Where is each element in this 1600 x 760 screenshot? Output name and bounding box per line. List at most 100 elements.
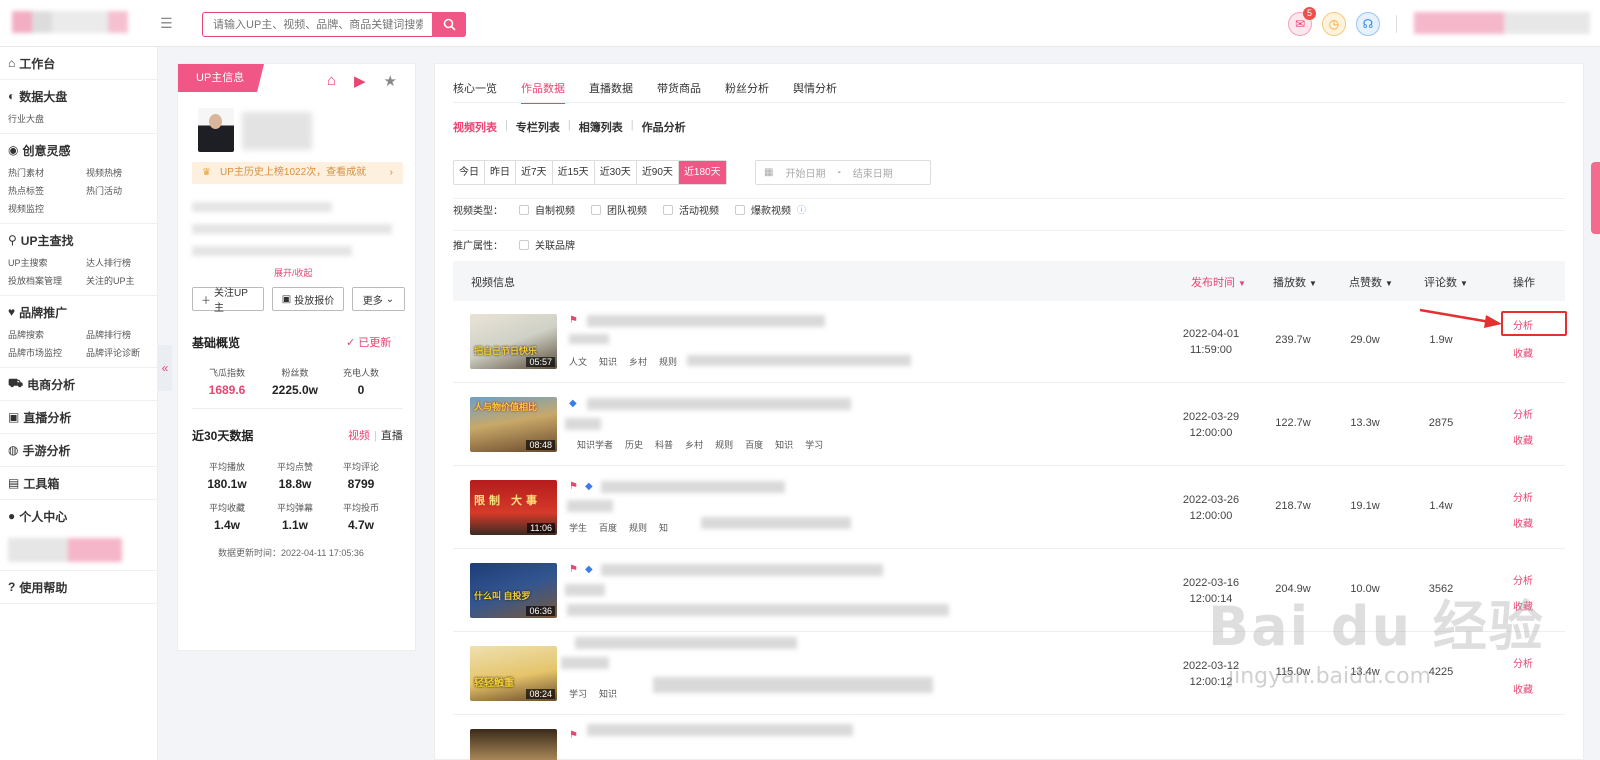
video-tags: 人文 知识 乡村 规则 xyxy=(569,357,678,367)
sidebar-item-game[interactable]: ◍ 手游分析 xyxy=(8,434,149,466)
tab-live[interactable]: 直播 xyxy=(381,430,403,442)
video-title[interactable] xyxy=(587,315,825,327)
sidebar-link[interactable]: 视频热榜 xyxy=(86,166,158,179)
range-today[interactable]: 今日 xyxy=(454,161,485,184)
follow-up-button[interactable]: ＋关注UP主 xyxy=(192,287,264,314)
tab-live-data[interactable]: 直播数据 xyxy=(589,80,633,104)
video-title[interactable] xyxy=(587,398,851,410)
checkbox[interactable] xyxy=(591,204,601,215)
video-thumbnail[interactable]: 什么叫 自投罗 06:36 xyxy=(470,563,557,618)
tab-core-overview[interactable]: 核心一览 xyxy=(453,80,497,104)
sidebar-link[interactable]: 投放档案管理 xyxy=(8,274,86,287)
sidebar-item-up-search[interactable]: ⚲ UP主查找 xyxy=(8,224,149,256)
video-title[interactable] xyxy=(601,564,883,576)
checkbox[interactable] xyxy=(519,239,529,250)
favorite-link[interactable]: 收藏 xyxy=(1513,432,1533,447)
scrollbar-indicator[interactable] xyxy=(1591,162,1600,234)
search-input[interactable] xyxy=(203,13,423,36)
sidebar-link[interactable]: 品牌排行榜 xyxy=(86,328,158,341)
sidebar-link[interactable]: 行业大盘 xyxy=(8,112,86,125)
col-plays[interactable]: 播放数 ▼ xyxy=(1273,274,1317,290)
sidebar-link[interactable]: 达人排行榜 xyxy=(86,256,158,269)
sidebar-link[interactable]: UP主搜索 xyxy=(8,256,86,269)
clock-icon[interactable]: ◷ xyxy=(1322,12,1346,36)
range-90d[interactable]: 近90天 xyxy=(637,161,679,184)
range-7d[interactable]: 近7天 xyxy=(516,161,553,184)
star-icon[interactable]: ★ xyxy=(384,72,397,90)
search-button[interactable] xyxy=(432,12,466,37)
sidebar-link[interactable]: 热点标签 xyxy=(8,184,86,197)
more-dropdown[interactable]: 更多 ⌄ xyxy=(352,287,405,311)
sidebar-item-profile[interactable]: ● 个人中心 xyxy=(8,500,149,532)
end-date-input[interactable]: 结束日期 xyxy=(853,165,893,180)
publish-time: 2022-03-26 12:00:00 xyxy=(1182,494,1240,522)
subtab-works-analysis[interactable]: 作品分析 xyxy=(642,119,686,135)
home-icon[interactable]: ⌂ xyxy=(327,72,336,90)
sidebar-link[interactable]: 品牌搜索 xyxy=(8,328,86,341)
logo[interactable] xyxy=(12,11,128,33)
analyze-link[interactable]: 分析 xyxy=(1513,489,1533,504)
tab-video[interactable]: 视频 xyxy=(348,430,370,442)
favorite-link[interactable]: 收藏 xyxy=(1513,681,1533,696)
expand-toggle[interactable]: 展开/收起 xyxy=(274,266,313,279)
sidebar-item-live[interactable]: ▣ 直播分析 xyxy=(8,401,149,433)
sidebar-link[interactable]: 热门活动 xyxy=(86,184,158,197)
checkbox[interactable] xyxy=(663,204,673,215)
sidebar-link[interactable]: 关注的UP主 xyxy=(86,274,158,287)
video-title[interactable] xyxy=(601,481,785,493)
subtab-column-list[interactable]: 专栏列表 xyxy=(516,119,560,135)
sidebar-item-workbench[interactable]: ⌂ 工作台 xyxy=(8,47,149,79)
video-title[interactable] xyxy=(587,724,853,736)
sidebar-item-dashboard[interactable]: ◐ 数据大盘 xyxy=(8,80,149,112)
video-title[interactable] xyxy=(575,637,797,649)
sidebar-item-toolbox[interactable]: ▤ 工具箱 xyxy=(8,467,149,499)
tab-works-data[interactable]: 作品数据 xyxy=(521,80,565,104)
analyze-link[interactable]: 分析 xyxy=(1513,406,1533,421)
col-published[interactable]: 发布时间 ▼ xyxy=(1191,274,1246,290)
analyze-link[interactable]: 分析 xyxy=(1513,317,1533,332)
date-picker[interactable]: ▦ 开始日期 - 结束日期 xyxy=(755,160,931,185)
sidebar-link[interactable]: 热门素材 xyxy=(8,166,86,179)
favorite-link[interactable]: 收藏 xyxy=(1513,515,1533,530)
video-thumbnail[interactable]: 人与物价值相比 08:48 xyxy=(470,397,557,452)
tab-products[interactable]: 带货商品 xyxy=(657,80,701,104)
sidebar-item-inspiration[interactable]: ◉ 创意灵感 xyxy=(8,134,149,166)
video-thumbnail[interactable] xyxy=(470,729,557,760)
favorite-link[interactable]: 收藏 xyxy=(1513,345,1533,360)
checkbox[interactable] xyxy=(735,204,745,215)
subtab-album-list[interactable]: 相簿列表 xyxy=(579,119,623,135)
sidebar-section-profile: ● 个人中心 xyxy=(0,500,157,571)
user-account[interactable] xyxy=(1414,12,1590,34)
sidebar-item-ecommerce[interactable]: ⛟ 电商分析 xyxy=(8,368,149,400)
video-thumbnail[interactable]: 轻轻触重 08:24 xyxy=(470,646,557,701)
sidebar-item-help[interactable]: ? 使用帮助 xyxy=(8,571,149,603)
range-30d[interactable]: 近30天 xyxy=(595,161,637,184)
sidebar-toggle-button[interactable]: « xyxy=(158,345,172,391)
sidebar-item-brand[interactable]: ♥ 品牌推广 xyxy=(8,296,149,328)
sidebar-link[interactable]: 视频监控 xyxy=(8,202,86,215)
range-15d[interactable]: 近15天 xyxy=(553,161,595,184)
video-thumbnail[interactable]: 限制 大事 11:06 xyxy=(470,480,557,535)
mail-icon[interactable]: ✉ 5 xyxy=(1288,7,1316,36)
achievement-notice[interactable]: ♛ UP主历史上榜1022次，查看成就 › xyxy=(192,162,403,184)
range-180d[interactable]: 近180天 xyxy=(678,161,726,184)
customer-service-icon[interactable]: ☊ xyxy=(1356,12,1380,36)
subtab-video-list[interactable]: 视频列表 xyxy=(453,119,497,135)
start-date-input[interactable]: 开始日期 xyxy=(785,165,825,180)
col-comments[interactable]: 评论数 ▼ xyxy=(1424,274,1468,290)
tab-fans-analysis[interactable]: 粉丝分析 xyxy=(725,80,769,104)
video-icon[interactable]: ▶ xyxy=(354,72,366,90)
sidebar-link[interactable]: 品牌评论诊断 xyxy=(86,346,158,359)
quote-button[interactable]: ▣ 投放报价 xyxy=(272,287,344,311)
video-thumbnail[interactable]: 把自己节日快乐 05:57 xyxy=(470,314,557,369)
help-icon[interactable]: ⓘ xyxy=(797,203,806,216)
menu-collapse-icon[interactable]: ☰ xyxy=(160,15,173,32)
tab-sentiment[interactable]: 舆情分析 xyxy=(793,80,837,104)
avatar[interactable] xyxy=(198,108,234,152)
range-yesterday[interactable]: 昨日 xyxy=(485,161,516,184)
col-likes[interactable]: 点赞数 ▼ xyxy=(1349,274,1393,290)
checkbox[interactable] xyxy=(519,204,529,215)
up-name xyxy=(242,112,312,150)
sidebar-link[interactable]: 品牌市场监控 xyxy=(8,346,86,359)
plays-cell: 239.7w xyxy=(1275,334,1311,346)
